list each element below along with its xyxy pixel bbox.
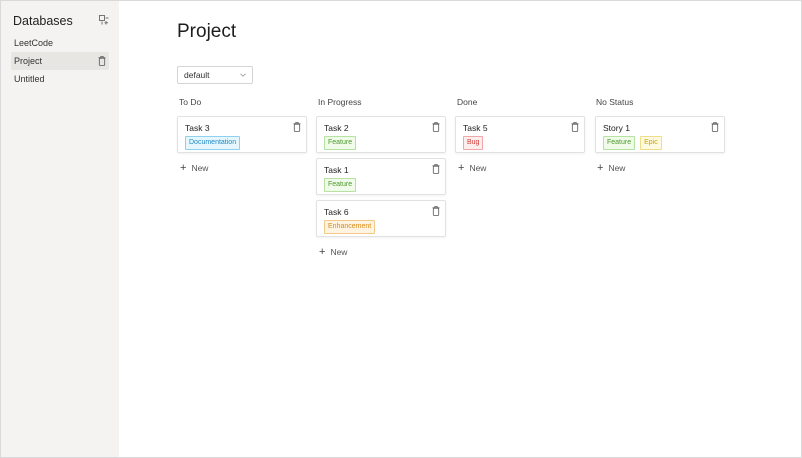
tag-feature: Feature <box>324 136 357 150</box>
chevron-down-icon <box>240 73 246 77</box>
kanban-card[interactable]: Task 1 Feature <box>316 158 446 195</box>
plus-icon: + <box>180 162 187 174</box>
column-header-no-status: No Status <box>596 97 634 107</box>
new-card-label: New <box>608 163 626 173</box>
column-header-to-do: To Do <box>179 97 202 107</box>
trash-icon[interactable] <box>432 206 440 216</box>
tag-list: Enhancement <box>324 220 376 234</box>
kanban-card[interactable]: Task 6 Enhancement <box>316 200 446 237</box>
kanban-card[interactable]: Task 5 Bug <box>455 116 585 153</box>
column-header-in-progress: In Progress <box>318 97 362 107</box>
tag-list: Feature <box>324 178 357 192</box>
tag-enhancement: Enhancement <box>324 220 376 234</box>
plus-icon: + <box>458 162 465 174</box>
sidebar-title: Databases <box>13 14 73 28</box>
sidebar-item-label: Project <box>14 56 43 66</box>
plus-icon: + <box>319 246 326 258</box>
sidebar-item-untitled[interactable]: Untitled <box>11 70 109 88</box>
card-title: Task 1 <box>324 165 349 175</box>
tag-list: Documentation <box>185 136 241 150</box>
kanban-card[interactable]: Story 1 Feature Epic <box>595 116 725 153</box>
card-title: Task 5 <box>463 123 488 133</box>
card-title: Task 3 <box>185 123 210 133</box>
trash-icon[interactable] <box>98 56 106 66</box>
kanban-card[interactable]: Task 2 Feature <box>316 116 446 153</box>
view-select[interactable]: default <box>177 66 253 84</box>
kanban-card[interactable]: Task 3 Documentation <box>177 116 307 153</box>
sidebar-item-label: LeetCode <box>14 38 54 48</box>
tag-feature: Feature <box>603 136 636 150</box>
column-header-done: Done <box>457 97 478 107</box>
view-select-value: default <box>184 70 210 80</box>
tag-documentation: Documentation <box>185 136 241 150</box>
new-card-label: New <box>330 247 348 257</box>
new-database-icon[interactable] <box>99 15 109 25</box>
trash-icon[interactable] <box>432 164 440 174</box>
app-window: Databases LeetCode Project Untitled Proj… <box>0 0 802 458</box>
new-card-label: New <box>191 163 209 173</box>
new-card-button[interactable]: + New <box>180 162 209 174</box>
card-title: Task 6 <box>324 207 349 217</box>
new-card-button[interactable]: + New <box>319 246 348 258</box>
sidebar-item-project[interactable]: Project <box>11 52 109 70</box>
trash-icon[interactable] <box>711 122 719 132</box>
tag-list: Feature Epic <box>603 136 662 150</box>
card-title: Task 2 <box>324 123 349 133</box>
page-title: Project <box>177 21 237 42</box>
new-card-button[interactable]: + New <box>458 162 487 174</box>
plus-icon: + <box>597 162 604 174</box>
tag-list: Bug <box>463 136 484 150</box>
sidebar: Databases LeetCode Project Untitled <box>1 1 119 457</box>
tag-bug: Bug <box>463 136 484 150</box>
new-card-label: New <box>469 163 487 173</box>
trash-icon[interactable] <box>571 122 579 132</box>
trash-icon[interactable] <box>432 122 440 132</box>
tag-list: Feature <box>324 136 357 150</box>
sidebar-item-label: Untitled <box>14 74 45 84</box>
tag-feature: Feature <box>324 178 357 192</box>
card-title: Story 1 <box>603 123 630 133</box>
trash-icon[interactable] <box>293 122 301 132</box>
tag-epic: Epic <box>640 136 662 150</box>
new-card-button[interactable]: + New <box>597 162 626 174</box>
sidebar-item-leetcode[interactable]: LeetCode <box>11 34 109 52</box>
